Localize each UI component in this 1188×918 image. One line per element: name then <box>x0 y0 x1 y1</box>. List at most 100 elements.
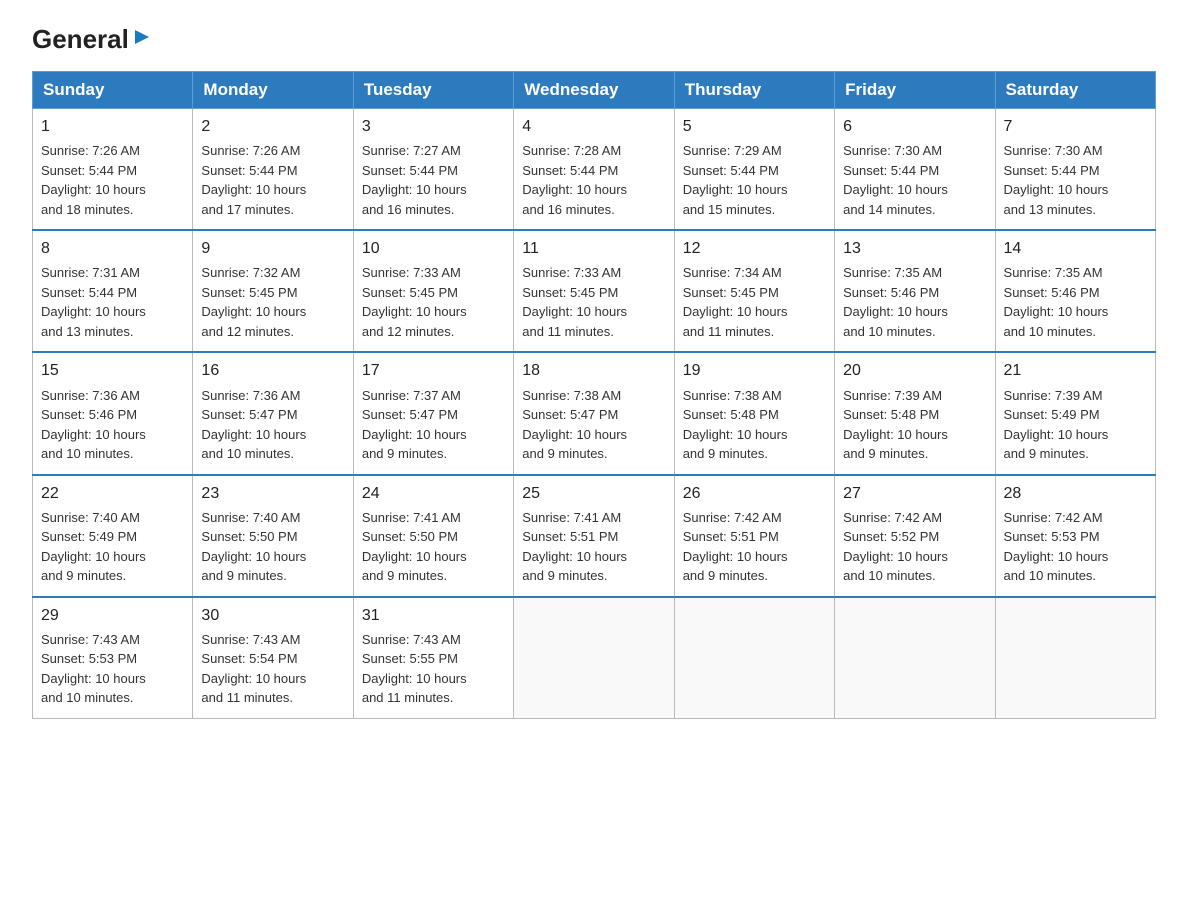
day-info: Sunrise: 7:30 AMSunset: 5:44 PMDaylight:… <box>1004 141 1147 219</box>
day-number: 21 <box>1004 359 1147 382</box>
day-info: Sunrise: 7:37 AMSunset: 5:47 PMDaylight:… <box>362 386 505 464</box>
day-info: Sunrise: 7:43 AMSunset: 5:54 PMDaylight:… <box>201 630 344 708</box>
day-number: 10 <box>362 237 505 260</box>
day-number: 16 <box>201 359 344 382</box>
calendar-cell: 13Sunrise: 7:35 AMSunset: 5:46 PMDayligh… <box>835 230 995 352</box>
logo: General <box>32 24 153 53</box>
calendar-header-sunday: Sunday <box>33 72 193 109</box>
day-info: Sunrise: 7:29 AMSunset: 5:44 PMDaylight:… <box>683 141 826 219</box>
header: General <box>32 24 1156 53</box>
day-info: Sunrise: 7:41 AMSunset: 5:50 PMDaylight:… <box>362 508 505 586</box>
calendar-cell: 22 Sunrise: 7:40 AMSunset: 5:49 PMDayligh… <box>33 475 193 597</box>
day-number: 18 <box>522 359 665 382</box>
calendar-cell: 4Sunrise: 7:28 AMSunset: 5:44 PMDaylight… <box>514 109 674 231</box>
calendar-cell <box>835 597 995 719</box>
calendar-cell <box>514 597 674 719</box>
calendar-cell <box>674 597 834 719</box>
calendar-cell: 10Sunrise: 7:33 AMSunset: 5:45 PMDayligh… <box>353 230 513 352</box>
calendar-week-row: 15 Sunrise: 7:36 AMSunset: 5:46 PMDayligh… <box>33 352 1156 474</box>
calendar-header-tuesday: Tuesday <box>353 72 513 109</box>
calendar-cell: 1Sunrise: 7:26 AMSunset: 5:44 PMDaylight… <box>33 109 193 231</box>
calendar-cell: 15 Sunrise: 7:36 AMSunset: 5:46 PMDayligh… <box>33 352 193 474</box>
day-info: Sunrise: 7:26 AMSunset: 5:44 PMDaylight:… <box>41 141 184 219</box>
day-info: Sunrise: 7:26 AMSunset: 5:44 PMDaylight:… <box>201 141 344 219</box>
day-number: 9 <box>201 237 344 260</box>
calendar-cell: 23 Sunrise: 7:40 AMSunset: 5:50 PMDayligh… <box>193 475 353 597</box>
day-number: 30 <box>201 604 344 627</box>
calendar-cell: 25Sunrise: 7:41 AMSunset: 5:51 PMDayligh… <box>514 475 674 597</box>
day-number: 12 <box>683 237 826 260</box>
page: General SundayMondayTuesdayWednesdayThur… <box>0 0 1188 751</box>
calendar-cell: 26 Sunrise: 7:42 AMSunset: 5:51 PMDayligh… <box>674 475 834 597</box>
day-info: Sunrise: 7:41 AMSunset: 5:51 PMDaylight:… <box>522 508 665 586</box>
calendar-table: SundayMondayTuesdayWednesdayThursdayFrid… <box>32 71 1156 719</box>
calendar-cell: 6Sunrise: 7:30 AMSunset: 5:44 PMDaylight… <box>835 109 995 231</box>
day-number: 15 <box>41 359 184 382</box>
day-info: Sunrise: 7:43 AMSunset: 5:53 PMDaylight:… <box>41 630 184 708</box>
day-info: Sunrise: 7:36 AMSunset: 5:46 PMDaylight:… <box>41 386 184 464</box>
calendar-cell: 31Sunrise: 7:43 AMSunset: 5:55 PMDayligh… <box>353 597 513 719</box>
calendar-week-row: 22 Sunrise: 7:40 AMSunset: 5:49 PMDayligh… <box>33 475 1156 597</box>
day-info: Sunrise: 7:31 AMSunset: 5:44 PMDaylight:… <box>41 263 184 341</box>
calendar-cell: 18 Sunrise: 7:38 AMSunset: 5:47 PMDayligh… <box>514 352 674 474</box>
calendar-cell: 8 Sunrise: 7:31 AMSunset: 5:44 PMDaylight… <box>33 230 193 352</box>
calendar-cell: 29 Sunrise: 7:43 AMSunset: 5:53 PMDayligh… <box>33 597 193 719</box>
calendar-cell: 9 Sunrise: 7:32 AMSunset: 5:45 PMDaylight… <box>193 230 353 352</box>
day-info: Sunrise: 7:28 AMSunset: 5:44 PMDaylight:… <box>522 141 665 219</box>
calendar-header-wednesday: Wednesday <box>514 72 674 109</box>
logo-general: General <box>32 24 129 55</box>
day-info: Sunrise: 7:40 AMSunset: 5:49 PMDaylight:… <box>41 508 184 586</box>
day-info: Sunrise: 7:40 AMSunset: 5:50 PMDaylight:… <box>201 508 344 586</box>
day-number: 17 <box>362 359 505 382</box>
day-info: Sunrise: 7:34 AMSunset: 5:45 PMDaylight:… <box>683 263 826 341</box>
calendar-cell: 28 Sunrise: 7:42 AMSunset: 5:53 PMDayligh… <box>995 475 1155 597</box>
day-info: Sunrise: 7:42 AMSunset: 5:53 PMDaylight:… <box>1004 508 1147 586</box>
day-number: 7 <box>1004 115 1147 138</box>
calendar-header-row: SundayMondayTuesdayWednesdayThursdayFrid… <box>33 72 1156 109</box>
logo-text: General <box>32 24 153 55</box>
calendar-cell: 14 Sunrise: 7:35 AMSunset: 5:46 PMDayligh… <box>995 230 1155 352</box>
calendar-cell: 20Sunrise: 7:39 AMSunset: 5:48 PMDayligh… <box>835 352 995 474</box>
calendar-cell: 19Sunrise: 7:38 AMSunset: 5:48 PMDayligh… <box>674 352 834 474</box>
day-number: 11 <box>522 237 665 260</box>
calendar-cell: 24 Sunrise: 7:41 AMSunset: 5:50 PMDayligh… <box>353 475 513 597</box>
day-number: 28 <box>1004 482 1147 505</box>
day-number: 23 <box>201 482 344 505</box>
day-info: Sunrise: 7:35 AMSunset: 5:46 PMDaylight:… <box>1004 263 1147 341</box>
calendar-header-monday: Monday <box>193 72 353 109</box>
calendar-cell: 12 Sunrise: 7:34 AMSunset: 5:45 PMDayligh… <box>674 230 834 352</box>
day-info: Sunrise: 7:33 AMSunset: 5:45 PMDaylight:… <box>522 263 665 341</box>
calendar-cell: 5Sunrise: 7:29 AMSunset: 5:44 PMDaylight… <box>674 109 834 231</box>
calendar-week-row: 8 Sunrise: 7:31 AMSunset: 5:44 PMDaylight… <box>33 230 1156 352</box>
day-number: 14 <box>1004 237 1147 260</box>
day-number: 8 <box>41 237 184 260</box>
day-info: Sunrise: 7:32 AMSunset: 5:45 PMDaylight:… <box>201 263 344 341</box>
day-info: Sunrise: 7:39 AMSunset: 5:49 PMDaylight:… <box>1004 386 1147 464</box>
logo-triangle-icon <box>131 26 153 48</box>
day-number: 24 <box>362 482 505 505</box>
day-number: 19 <box>683 359 826 382</box>
calendar-cell <box>995 597 1155 719</box>
calendar-week-row: 1Sunrise: 7:26 AMSunset: 5:44 PMDaylight… <box>33 109 1156 231</box>
calendar-cell: 3 Sunrise: 7:27 AMSunset: 5:44 PMDaylight… <box>353 109 513 231</box>
day-info: Sunrise: 7:27 AMSunset: 5:44 PMDaylight:… <box>362 141 505 219</box>
calendar-cell: 17 Sunrise: 7:37 AMSunset: 5:47 PMDayligh… <box>353 352 513 474</box>
day-number: 3 <box>362 115 505 138</box>
calendar-cell: 30 Sunrise: 7:43 AMSunset: 5:54 PMDayligh… <box>193 597 353 719</box>
day-number: 29 <box>41 604 184 627</box>
day-number: 22 <box>41 482 184 505</box>
day-info: Sunrise: 7:42 AMSunset: 5:52 PMDaylight:… <box>843 508 986 586</box>
calendar-cell: 27Sunrise: 7:42 AMSunset: 5:52 PMDayligh… <box>835 475 995 597</box>
day-info: Sunrise: 7:36 AMSunset: 5:47 PMDaylight:… <box>201 386 344 464</box>
day-info: Sunrise: 7:43 AMSunset: 5:55 PMDaylight:… <box>362 630 505 708</box>
calendar-cell: 2Sunrise: 7:26 AMSunset: 5:44 PMDaylight… <box>193 109 353 231</box>
day-number: 20 <box>843 359 986 382</box>
day-info: Sunrise: 7:38 AMSunset: 5:47 PMDaylight:… <box>522 386 665 464</box>
day-number: 26 <box>683 482 826 505</box>
calendar-cell: 16 Sunrise: 7:36 AMSunset: 5:47 PMDayligh… <box>193 352 353 474</box>
day-info: Sunrise: 7:30 AMSunset: 5:44 PMDaylight:… <box>843 141 986 219</box>
day-info: Sunrise: 7:42 AMSunset: 5:51 PMDaylight:… <box>683 508 826 586</box>
day-info: Sunrise: 7:35 AMSunset: 5:46 PMDaylight:… <box>843 263 986 341</box>
calendar-week-row: 29 Sunrise: 7:43 AMSunset: 5:53 PMDayligh… <box>33 597 1156 719</box>
calendar-cell: 11 Sunrise: 7:33 AMSunset: 5:45 PMDayligh… <box>514 230 674 352</box>
